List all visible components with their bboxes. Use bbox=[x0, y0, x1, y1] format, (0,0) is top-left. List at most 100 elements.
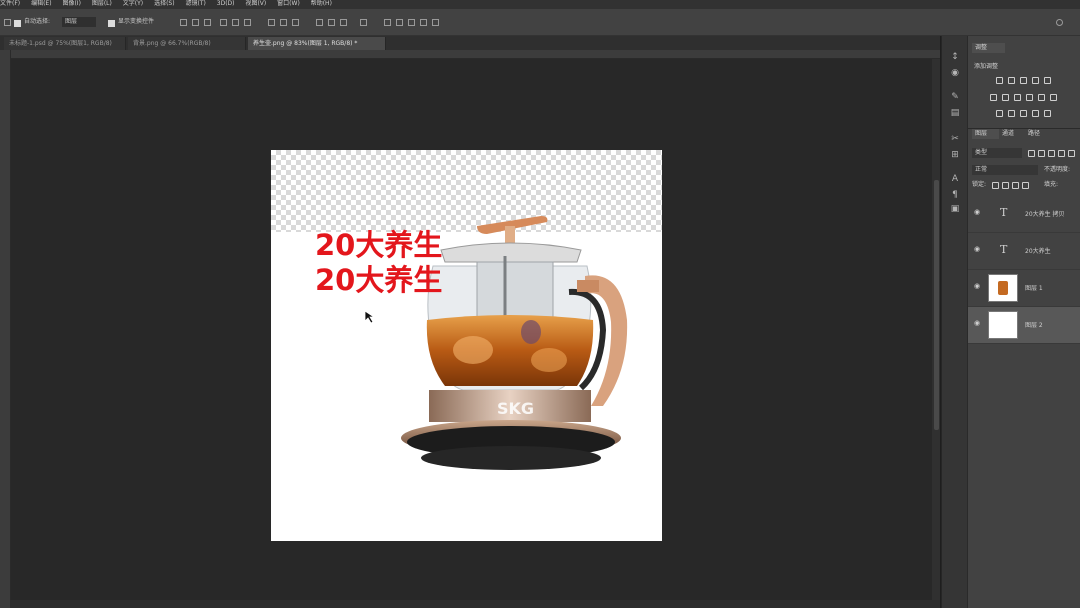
threshold-icon[interactable] bbox=[1020, 110, 1027, 117]
auto-select-value: 图层 bbox=[65, 18, 78, 25]
move-cursor-icon bbox=[364, 310, 376, 324]
align-bottom-icon[interactable] bbox=[204, 19, 211, 26]
menu-image[interactable]: 图像(I) bbox=[62, 0, 80, 7]
canvas-text-line-1[interactable]: 20大养生 bbox=[315, 228, 442, 262]
lock-image-icon[interactable] bbox=[1002, 182, 1009, 189]
distribute-vcenter-icon[interactable] bbox=[280, 19, 287, 26]
3d-roll-icon[interactable] bbox=[408, 19, 415, 26]
channel-mixer-icon[interactable] bbox=[1038, 94, 1045, 101]
auto-align-icon[interactable] bbox=[360, 19, 367, 26]
lock-all-icon[interactable] bbox=[1022, 182, 1029, 189]
filter-adjustment-icon[interactable] bbox=[1038, 150, 1045, 157]
menu-help[interactable]: 帮助(H) bbox=[311, 0, 332, 7]
tab-paths[interactable]: 路径 bbox=[1028, 129, 1040, 139]
blend-mode-value: 正常 bbox=[975, 166, 988, 173]
move-tool-icon[interactable] bbox=[4, 19, 11, 26]
ruler-horizontal[interactable] bbox=[10, 50, 940, 59]
auto-select-checkbox[interactable] bbox=[14, 20, 21, 27]
canvas-text-line-2[interactable]: 20大养生 bbox=[315, 263, 442, 297]
layer-name[interactable]: 20大养生 拷贝 bbox=[1025, 209, 1065, 218]
blend-mode-dropdown[interactable]: 正常 bbox=[972, 165, 1038, 175]
3d-rotate-icon[interactable] bbox=[396, 19, 403, 26]
3d-drag-icon[interactable] bbox=[420, 19, 427, 26]
search-icon[interactable] bbox=[1056, 19, 1063, 26]
black-white-icon[interactable] bbox=[1014, 94, 1021, 101]
3d-mode-icon[interactable] bbox=[384, 19, 391, 26]
tab-adjustments[interactable]: 调整 bbox=[972, 43, 1005, 53]
distribute-bottom-icon[interactable] bbox=[292, 19, 299, 26]
menu-3d[interactable]: 3D(D) bbox=[217, 0, 235, 7]
paragraph-icon[interactable]: ¶ bbox=[950, 190, 960, 200]
menu-select[interactable]: 选择(S) bbox=[154, 0, 175, 7]
align-vcenter-icon[interactable] bbox=[192, 19, 199, 26]
lock-transparent-icon[interactable] bbox=[992, 182, 999, 189]
filter-shape-icon[interactable] bbox=[1058, 150, 1065, 157]
levels-icon[interactable] bbox=[1008, 77, 1015, 84]
visibility-eye-icon[interactable]: ◉ bbox=[974, 283, 981, 290]
ruler-vertical[interactable] bbox=[0, 50, 11, 608]
menu-window[interactable]: 窗口(W) bbox=[277, 0, 300, 7]
filter-type-icon[interactable] bbox=[1048, 150, 1055, 157]
layer-name[interactable]: 图层 2 bbox=[1025, 320, 1043, 329]
info-icon[interactable]: ◉ bbox=[950, 68, 960, 78]
filter-smart-icon[interactable] bbox=[1068, 150, 1075, 157]
text-layer-icon: T bbox=[1000, 243, 1008, 256]
gradient-map-icon[interactable] bbox=[1044, 110, 1051, 117]
brush-presets-icon[interactable]: ▤ bbox=[950, 108, 960, 118]
layer-row-selected[interactable]: ◉ 图层 2 bbox=[968, 307, 1080, 344]
color-lookup-icon[interactable] bbox=[1050, 94, 1057, 101]
brush-icon[interactable]: ✎ bbox=[950, 92, 960, 102]
tab-channels[interactable]: 通道 bbox=[1002, 129, 1014, 139]
lock-position-icon[interactable] bbox=[1012, 182, 1019, 189]
document-canvas[interactable]: SKG 20大养生 20大养生 bbox=[271, 150, 662, 541]
brightness-icon[interactable] bbox=[996, 77, 1003, 84]
menu-filter[interactable]: 滤镜(T) bbox=[186, 0, 206, 7]
exposure-icon[interactable] bbox=[1032, 77, 1039, 84]
distribute-left-icon[interactable] bbox=[316, 19, 323, 26]
visibility-eye-icon[interactable]: ◉ bbox=[974, 246, 981, 253]
menu-file[interactable]: 文件(F) bbox=[0, 0, 20, 7]
tab-kettle[interactable]: 养生壶.png @ 83%(图层 1, RGB/8) * bbox=[248, 37, 386, 50]
posterize-icon[interactable] bbox=[1008, 110, 1015, 117]
distribute-hcenter-icon[interactable] bbox=[328, 19, 335, 26]
layer-kind-filter[interactable]: 类型 bbox=[972, 148, 1022, 158]
align-right-icon[interactable] bbox=[244, 19, 251, 26]
tab-background[interactable]: 背景.png @ 66.7%(RGB/8) bbox=[128, 37, 246, 50]
align-hcenter-icon[interactable] bbox=[232, 19, 239, 26]
visibility-eye-icon[interactable]: ◉ bbox=[974, 209, 981, 216]
tab-untitled[interactable]: 未标题-1.psd @ 75%(图层1, RGB/8) bbox=[4, 37, 126, 50]
menu-type[interactable]: 文字(Y) bbox=[123, 0, 143, 7]
history-icon[interactable]: ↕ bbox=[950, 52, 960, 62]
layer-row[interactable]: ◉ T 20大养生 bbox=[968, 233, 1080, 270]
transform-controls-label: 显示变换控件 bbox=[118, 18, 155, 25]
layer-row[interactable]: ◉ T 20大养生 拷贝 bbox=[968, 196, 1080, 233]
vibrance-icon[interactable] bbox=[1044, 77, 1051, 84]
layer-name[interactable]: 图层 1 bbox=[1025, 283, 1043, 292]
align-left-icon[interactable] bbox=[220, 19, 227, 26]
visibility-eye-icon[interactable]: ◉ bbox=[974, 320, 981, 327]
menu-layer[interactable]: 图层(L) bbox=[92, 0, 112, 7]
auto-select-dropdown[interactable]: 图层 bbox=[62, 17, 96, 27]
character-icon[interactable]: A bbox=[950, 174, 960, 184]
scrollbar-thumb[interactable] bbox=[934, 180, 939, 430]
3d-slide-icon[interactable] bbox=[432, 19, 439, 26]
menu-edit[interactable]: 编辑(E) bbox=[31, 0, 51, 7]
distribute-right-icon[interactable] bbox=[340, 19, 347, 26]
glyphs-icon[interactable]: ▣ bbox=[950, 204, 960, 214]
align-top-icon[interactable] bbox=[180, 19, 187, 26]
filter-pixel-icon[interactable] bbox=[1028, 150, 1035, 157]
transform-controls-checkbox[interactable] bbox=[108, 20, 115, 27]
tab-layers[interactable]: 图层 bbox=[972, 129, 999, 139]
tool-presets-icon[interactable]: ✂ bbox=[950, 134, 960, 144]
layer-row[interactable]: ◉ 图层 1 bbox=[968, 270, 1080, 307]
distribute-top-icon[interactable] bbox=[268, 19, 275, 26]
photo-filter-icon[interactable] bbox=[1026, 94, 1033, 101]
clone-source-icon[interactable]: ⊞ bbox=[950, 150, 960, 160]
selective-color-icon[interactable] bbox=[1032, 110, 1039, 117]
layer-name[interactable]: 20大养生 bbox=[1025, 246, 1051, 255]
menu-view[interactable]: 视图(V) bbox=[245, 0, 266, 7]
curves-icon[interactable] bbox=[1020, 77, 1027, 84]
color-balance-icon[interactable] bbox=[1002, 94, 1009, 101]
invert-icon[interactable] bbox=[996, 110, 1003, 117]
hue-saturation-icon[interactable] bbox=[990, 94, 997, 101]
